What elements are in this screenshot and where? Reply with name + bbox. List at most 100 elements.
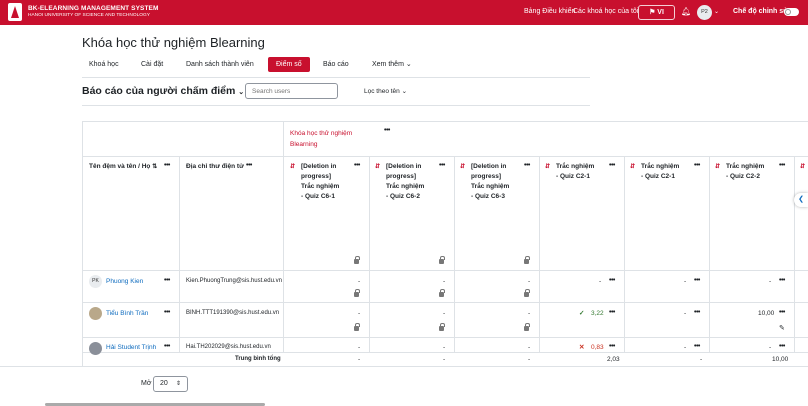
page-title: Khóa học thử nghiệm Blearning — [82, 35, 265, 50]
lock-icon — [354, 323, 360, 331]
search-users-input[interactable] — [245, 83, 338, 99]
grade-cell[interactable]: - — [358, 278, 360, 285]
quiz-icon: ⇵ — [630, 164, 636, 170]
average-cell: 10,00 — [772, 356, 789, 363]
user-email: BINH.TTT191390@sis.hust.edu.vn — [186, 310, 280, 316]
item-menu-icon[interactable]: ••• — [524, 162, 530, 169]
drawer-toggle-icon[interactable]: ❮ — [794, 193, 808, 207]
quiz-icon: ⇵ — [375, 164, 381, 170]
tab-participants[interactable]: Danh sách thành viên — [186, 57, 254, 72]
col-email-header[interactable]: Địa chỉ thư điện tử — [186, 162, 244, 172]
language-button[interactable]: ⚑ VI — [638, 5, 675, 20]
grade-item-header[interactable]: Trắc nghiệm - Quiz C2-2 — [726, 162, 764, 182]
edit-mode-toggle[interactable] — [784, 8, 799, 16]
grade-cell[interactable]: 3,22 — [591, 310, 604, 317]
cell-menu-icon[interactable]: ••• — [609, 277, 615, 284]
grade-cell[interactable]: - — [528, 344, 530, 351]
divider — [82, 77, 590, 78]
filter-by-name[interactable]: Lọc theo tên ⌄ — [364, 87, 407, 95]
quiz-icon: ⇵ — [715, 164, 721, 170]
avatar[interactable] — [89, 342, 102, 355]
per-page-select[interactable]: 20 ⇕ — [153, 376, 188, 392]
user-avatar[interactable]: P2 — [697, 5, 712, 20]
cross-icon: ✕ — [579, 344, 585, 351]
footer-bar — [0, 366, 808, 406]
col-email-menu-icon[interactable]: ••• — [246, 162, 252, 169]
lock-icon — [524, 256, 530, 264]
grade-cell[interactable]: - — [528, 310, 530, 317]
item-menu-icon[interactable]: ••• — [779, 162, 785, 169]
lock-icon — [439, 323, 445, 331]
grade-cell[interactable]: 10,00 — [758, 310, 774, 317]
user-name-link[interactable]: Tiểu Bình Trần — [106, 310, 148, 317]
cell-menu-icon[interactable]: ••• — [694, 343, 700, 350]
average-cell: - — [700, 356, 703, 363]
divider — [82, 105, 590, 106]
quiz-icon: ⇵ — [460, 164, 466, 170]
item-menu-icon[interactable]: ••• — [439, 162, 445, 169]
quiz-icon: ⇵ — [800, 164, 806, 170]
cell-menu-icon[interactable]: ••• — [779, 277, 785, 284]
tab-more[interactable]: Xem thêm ⌄ — [372, 57, 412, 72]
item-menu-icon[interactable]: ••• — [694, 162, 700, 169]
cell-menu-icon[interactable]: ••• — [779, 343, 785, 350]
grade-cell[interactable]: - — [769, 344, 771, 351]
grade-item-header[interactable]: Trắc nghiệm - Quiz C2-1 — [556, 162, 594, 182]
grade-cell[interactable]: - — [358, 310, 360, 317]
lock-icon — [524, 289, 530, 297]
check-icon: ✓ — [579, 310, 585, 317]
item-menu-icon[interactable]: ••• — [354, 162, 360, 169]
tab-reports[interactable]: Báo cáo — [323, 57, 349, 72]
bell-icon[interactable]: 🔔︎ — [681, 7, 691, 16]
quiz-icon: ⇵ — [290, 164, 296, 170]
user-email: Hai.TH202029@sis.hust.edu.vn — [186, 344, 271, 350]
grade-cell[interactable]: - — [443, 310, 445, 317]
cell-menu-icon[interactable]: ••• — [694, 309, 700, 316]
cell-menu-icon[interactable]: ••• — [779, 309, 785, 316]
lock-icon — [439, 256, 445, 264]
col-name-header[interactable]: Tên đệm và tên / Họ ⇅ — [89, 162, 157, 172]
item-menu-icon[interactable]: ••• — [609, 162, 615, 169]
avatar[interactable]: PK — [89, 275, 102, 288]
grade-item-header[interactable]: [Deletion in progress] Trắc nghiệm - Quiz C… — [386, 162, 424, 202]
tab-course[interactable]: Khoá học — [89, 57, 119, 72]
grade-item-header[interactable]: [Deletion in progress] Trắc nghiệm - Quiz C… — [301, 162, 339, 202]
brand-title: BK-ELEARNING MANAGEMENT SYSTEM — [28, 5, 159, 12]
per-page-label: Mở — [141, 380, 152, 387]
grade-cell[interactable]: - — [528, 278, 530, 285]
lock-icon — [439, 289, 445, 297]
lock-icon — [354, 256, 360, 264]
avatar[interactable] — [89, 307, 102, 320]
grade-cell[interactable]: - — [599, 278, 601, 285]
edit-icon[interactable]: ✎ — [779, 324, 785, 332]
grade-cell[interactable]: - — [684, 344, 686, 351]
course-menu-icon[interactable]: ••• — [384, 127, 390, 134]
grade-cell[interactable]: - — [443, 344, 445, 351]
cell-menu-icon[interactable]: ••• — [609, 309, 615, 316]
logo[interactable] — [8, 3, 22, 21]
grade-cell[interactable]: - — [684, 310, 686, 317]
user-name-link[interactable]: Hải Student Trịnh — [106, 344, 156, 351]
tab-grades[interactable]: Điểm số — [268, 57, 310, 72]
cell-menu-icon[interactable]: ••• — [694, 277, 700, 284]
grade-cell[interactable]: - — [684, 278, 686, 285]
user-email: Kien.PhuongTrung@sis.hust.edu.vn — [186, 278, 282, 284]
grade-item-header[interactable]: [Deletion in progress] Trắc nghiệm - Quiz C… — [471, 162, 509, 202]
report-selector[interactable]: Báo cáo của người chấm điểm ⌄ — [82, 85, 244, 97]
grade-cell[interactable]: - — [443, 278, 445, 285]
user-name-link[interactable]: Phuong Kien — [106, 278, 143, 285]
cell-menu-icon[interactable]: ••• — [609, 343, 615, 350]
grade-item-header[interactable]: Trắc nghiệm - Quiz C2-1 — [641, 162, 679, 182]
chevron-down-icon[interactable]: ⌄ — [714, 8, 719, 15]
overall-average-label: Trung bình tổng — [235, 356, 281, 362]
row-menu-icon[interactable]: ••• — [164, 277, 170, 284]
grade-cell[interactable]: - — [769, 278, 771, 285]
row-menu-icon[interactable]: ••• — [164, 309, 170, 316]
grade-cell[interactable]: - — [358, 344, 360, 351]
nav-my-courses[interactable]: Các khoá học của tôi — [573, 8, 638, 15]
row-menu-icon[interactable]: ••• — [164, 343, 170, 350]
tab-settings[interactable]: Cài đặt — [141, 57, 163, 72]
grade-cell[interactable]: 0,83 — [591, 344, 604, 351]
col-name-menu-icon[interactable]: ••• — [164, 162, 170, 169]
nav-dashboard[interactable]: Bảng Điều khiển — [524, 8, 575, 15]
